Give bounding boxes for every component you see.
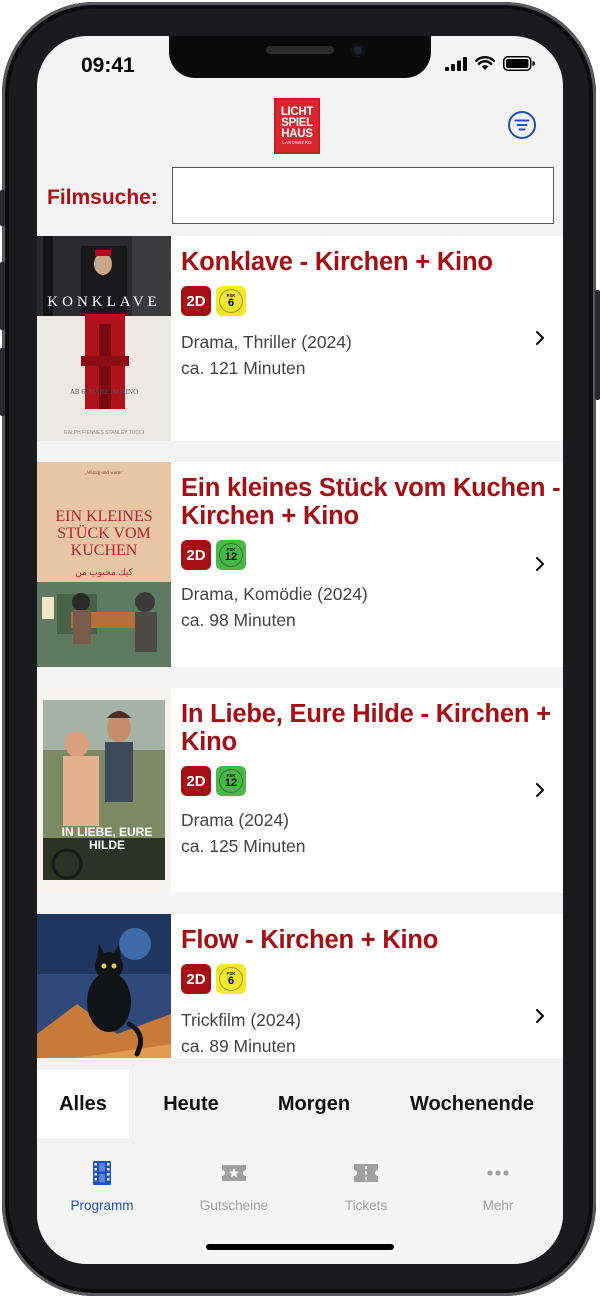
movie-badges: 2D FSK 12 (181, 540, 246, 570)
movie-badges: 2D FSK 6 (181, 964, 246, 994)
day-tab-morgen[interactable]: Morgen (264, 1070, 364, 1138)
search-label: Filmsuche: (47, 186, 158, 209)
battery-icon (503, 56, 535, 71)
logo-line-2: SPIEL (281, 116, 313, 129)
home-indicator (206, 1244, 394, 1250)
cellular-signal-icon (445, 56, 467, 71)
logo-line-3: HAUS (281, 127, 313, 140)
tab-label: Programm (70, 1198, 134, 1213)
chevron-right-icon[interactable] (535, 330, 545, 346)
svg-text:كيك محبوب من: كيك محبوب من (75, 567, 133, 578)
tab-mehr[interactable]: Mehr (448, 1160, 548, 1213)
movie-badges: 2D FSK 12 (181, 766, 246, 796)
mute-switch (0, 190, 5, 226)
movie-genre: Trickfilm (2024) (181, 1010, 301, 1030)
format-badge: 2D (181, 766, 211, 796)
notch (169, 36, 431, 78)
tab-label: Mehr (482, 1198, 514, 1213)
more-icon (487, 1170, 509, 1176)
front-camera (351, 43, 365, 57)
movie-list: AB 6. MÄRZ IM KINO RALPH FIENNES STANLEY… (37, 236, 563, 1058)
svg-text:„Witzig und warm": „Witzig und warm" (84, 471, 123, 476)
fsk-rating: 12 (224, 777, 238, 789)
fsk-rating: 6 (227, 975, 235, 987)
film-icon (93, 1161, 111, 1185)
movie-genre: Drama, Thriller (2024) (181, 332, 352, 352)
movie-card[interactable]: كيك محبوب من „Witzig und warm" EIN KLEIN… (37, 462, 563, 667)
fsk-seal: FSK 6 (219, 289, 243, 313)
logo-line-1: LICHT (280, 105, 314, 118)
day-filter-tabs: Alles Heute Morgen Wochenende (37, 1058, 563, 1150)
status-icons (445, 56, 535, 71)
movie-poster: AB 6. MÄRZ IM KINO RALPH FIENNES STANLEY… (37, 236, 171, 441)
svg-text:AB 6. MÄRZ IM KINO: AB 6. MÄRZ IM KINO (70, 388, 138, 396)
fsk-rating: 6 (227, 297, 235, 309)
tab-tickets[interactable]: Tickets (316, 1160, 416, 1213)
logo-line-4: LANDSBERG (282, 139, 312, 145)
speaker-grille (266, 46, 334, 54)
voucher-icon (222, 1165, 246, 1181)
movie-card[interactable]: AB 6. MÄRZ IM KINO RALPH FIENNES STANLEY… (37, 236, 563, 441)
format-badge: 2D (181, 286, 211, 316)
movie-badges: 2D FSK 6 (181, 286, 246, 316)
movie-card[interactable]: IN LIEBE, EURE HILDE In Liebe, Eure Hild… (37, 688, 563, 893)
fsk-badge: FSK 6 (216, 286, 246, 316)
format-badge: 2D (181, 964, 211, 994)
app-header: LICHT SPIEL HAUS LANDSBERG (37, 92, 563, 162)
movie-title: Flow - Kirchen + Kino (181, 926, 439, 954)
fsk-rating: 12 (224, 551, 238, 563)
tab-label: Tickets (344, 1198, 388, 1213)
lichtspielhaus-logo: LICHT SPIEL HAUS LANDSBERG (274, 98, 320, 154)
movie-poster: IN LIEBE, EURE HILDE (37, 688, 171, 893)
poster-title: KONKLAVE (47, 294, 161, 310)
tab-gutscheine[interactable]: Gutscheine (184, 1160, 284, 1213)
status-time: 09:41 (81, 54, 135, 77)
movie-card[interactable]: Flow - Kirchen + Kino 2D FSK 6 Trickfilm… (37, 914, 563, 1058)
fsk-seal: FSK 6 (219, 967, 243, 991)
fsk-badge: FSK 6 (216, 964, 246, 994)
poster-title: EIN KLEINES STÜCK VOM KUCHEN (55, 508, 153, 559)
day-tab-alles[interactable]: Alles (37, 1070, 129, 1138)
movie-poster (37, 914, 171, 1058)
volume-up-button (0, 262, 5, 330)
format-badge: 2D (181, 540, 211, 570)
fsk-seal: FSK 12 (219, 543, 243, 567)
movie-poster: كيك محبوب من „Witzig und warm" EIN KLEIN… (37, 462, 171, 667)
movie-title: In Liebe, Eure Hilde - Kirchen + Kino (181, 700, 551, 756)
tab-programm[interactable]: Programm (52, 1160, 152, 1213)
chevron-right-icon[interactable] (535, 556, 545, 572)
screen: 09:41 LICHT SPIEL HAUS LANDSBERG Filmsuc… (37, 36, 563, 1264)
power-button (595, 290, 600, 400)
tab-label: Gutscheine (199, 1198, 269, 1213)
fsk-badge: FSK 12 (216, 540, 246, 570)
chevron-right-icon[interactable] (535, 782, 545, 798)
fsk-seal: FSK 12 (219, 769, 243, 793)
wifi-icon (475, 56, 495, 70)
svg-text:RALPH FIENNES STANLEY TUCCI: RALPH FIENNES STANLEY TUCCI (64, 430, 144, 436)
movie-duration: ca. 125 Minuten (181, 836, 306, 856)
fsk-badge: FSK 12 (216, 766, 246, 796)
movie-title: Ein kleines Stück vom Kuchen - Kirchen +… (181, 474, 561, 530)
filter-icon[interactable] (507, 110, 537, 140)
poster-title: IN LIEBE, EURE HILDE (61, 825, 153, 852)
movie-duration: ca. 121 Minuten (181, 358, 306, 378)
search-row: Filmsuche: (37, 166, 563, 226)
chevron-right-icon[interactable] (535, 1008, 545, 1024)
volume-down-button (0, 348, 5, 416)
movie-title: Konklave - Kirchen + Kino (181, 248, 493, 276)
ticket-icon (354, 1164, 378, 1182)
movie-duration: ca. 89 Minuten (181, 1036, 296, 1056)
day-tab-wochenende[interactable]: Wochenende (397, 1070, 547, 1138)
search-input[interactable] (172, 167, 554, 224)
movie-duration: ca. 98 Minuten (181, 610, 296, 630)
movie-genre: Drama (2024) (181, 810, 289, 830)
movie-genre: Drama, Komödie (2024) (181, 584, 368, 604)
day-tab-heute[interactable]: Heute (145, 1070, 237, 1138)
